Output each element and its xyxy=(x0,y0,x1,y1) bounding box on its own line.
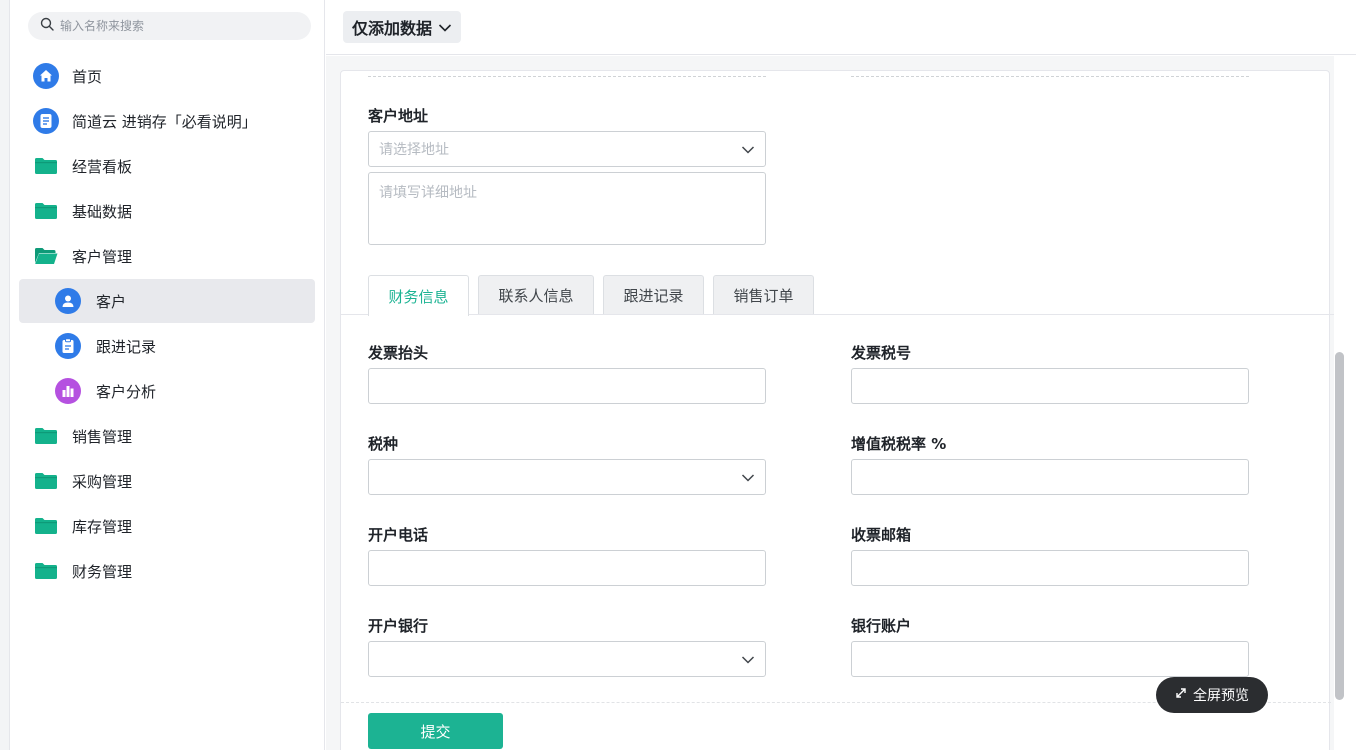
search-input[interactable] xyxy=(60,19,280,33)
tab-label: 销售订单 xyxy=(733,287,794,305)
chevron-down-icon xyxy=(432,18,452,37)
tax-number-input[interactable] xyxy=(851,368,1249,404)
main-area: 客户地址 请选择地址 请填写详细地址 财务信息 联系人信息 跟进记录 销售订单 … xyxy=(326,56,1356,750)
clipboard-icon xyxy=(55,333,81,359)
sidebar-item-home[interactable]: 首页 xyxy=(19,54,315,98)
tab-sales-orders[interactable]: 销售订单 xyxy=(713,275,814,315)
form-card: 客户地址 请选择地址 请填写详细地址 财务信息 联系人信息 跟进记录 销售订单 … xyxy=(340,70,1335,750)
sidebar-item-customer-analysis[interactable]: 客户分析 xyxy=(19,369,315,413)
fullscreen-preview-button[interactable]: 全屏预览 xyxy=(1156,677,1268,713)
sidebar: 首页 简道云 进销存「必看说明」 经营看板 基础数据 客户管理 客户 xyxy=(10,0,325,750)
address-detail-textarea[interactable]: 请填写详细地址 xyxy=(368,172,766,245)
sidebar-item-follow-up[interactable]: 跟进记录 xyxy=(19,324,315,368)
account-label: 银行账户 xyxy=(851,617,912,635)
sidebar-item-finance[interactable]: 财务管理 xyxy=(19,549,315,593)
sidebar-item-customer[interactable]: 客户 xyxy=(19,279,315,323)
folder-icon xyxy=(33,200,59,222)
expand-icon xyxy=(1175,687,1193,703)
sidebar-item-inventory[interactable]: 库存管理 xyxy=(19,504,315,548)
email-label: 收票邮箱 xyxy=(851,526,912,544)
folder-icon xyxy=(33,155,59,177)
sidebar-item-sales[interactable]: 销售管理 xyxy=(19,414,315,458)
tab-label: 跟进记录 xyxy=(623,287,684,305)
sidebar-item-label: 库存管理 xyxy=(72,517,133,536)
document-icon xyxy=(33,108,59,134)
tax-type-label: 税种 xyxy=(368,435,399,453)
search-icon xyxy=(40,17,54,35)
sidebar-item-label: 跟进记录 xyxy=(96,337,157,356)
sidebar-item-label: 首页 xyxy=(72,67,103,86)
tab-finance-info[interactable]: 财务信息 xyxy=(368,275,469,316)
account-input[interactable] xyxy=(851,641,1249,677)
tab-follow-up[interactable]: 跟进记录 xyxy=(603,275,704,315)
submit-button[interactable]: 提交 xyxy=(368,713,503,749)
sidebar-item-label: 基础数据 xyxy=(72,202,133,221)
folder-icon xyxy=(33,470,59,492)
folder-open-icon xyxy=(33,245,59,267)
sidebar-item-label: 财务管理 xyxy=(72,562,133,581)
sidebar-item-label: 销售管理 xyxy=(72,427,133,446)
tax-type-select[interactable] xyxy=(368,459,766,495)
view-mode-dropdown[interactable]: 仅添加数据 xyxy=(343,11,462,43)
bar-chart-icon xyxy=(55,378,81,404)
chevron-down-icon xyxy=(741,471,755,487)
folder-icon xyxy=(33,515,59,537)
search-box[interactable] xyxy=(28,12,311,40)
invoice-title-label: 发票抬头 xyxy=(368,344,429,362)
sidebar-item-label: 采购管理 xyxy=(72,472,133,491)
phone-label: 开户电话 xyxy=(368,526,429,544)
sidebar-item-customer-management[interactable]: 客户管理 xyxy=(19,234,315,278)
view-mode-label: 仅添加数据 xyxy=(352,19,433,38)
vat-rate-label: 增值税税率 % xyxy=(851,435,947,453)
invoice-title-input[interactable] xyxy=(368,368,766,404)
bank-select[interactable] xyxy=(368,641,766,677)
field-stub-right xyxy=(851,71,1249,77)
tax-number-label: 发票税号 xyxy=(851,344,912,362)
top-header: 仅添加数据 xyxy=(326,0,1356,55)
chevron-down-icon xyxy=(741,143,755,159)
sidebar-item-base-data[interactable]: 基础数据 xyxy=(19,189,315,233)
sidebar-item-guide[interactable]: 简道云 进销存「必看说明」 xyxy=(19,99,315,143)
folder-icon xyxy=(33,560,59,582)
address-label: 客户地址 xyxy=(368,107,429,125)
home-icon xyxy=(33,63,59,89)
sidebar-item-dashboard[interactable]: 经营看板 xyxy=(19,144,315,188)
chevron-down-icon xyxy=(741,653,755,669)
phone-input[interactable] xyxy=(368,550,766,586)
user-icon xyxy=(55,288,81,314)
vat-rate-input[interactable] xyxy=(851,459,1249,495)
sidebar-item-label: 客户管理 xyxy=(72,247,133,266)
tab-label: 联系人信息 xyxy=(498,287,574,305)
sidebar-item-label: 客户分析 xyxy=(96,382,157,401)
folder-icon xyxy=(33,425,59,447)
scrollbar-thumb[interactable] xyxy=(1335,352,1344,700)
address-select[interactable]: 请选择地址 xyxy=(368,131,766,167)
bank-label: 开户银行 xyxy=(368,617,429,635)
sidebar-item-label: 简道云 进销存「必看说明」 xyxy=(72,112,257,131)
tab-contact-info[interactable]: 联系人信息 xyxy=(478,275,594,315)
sidebar-item-label: 客户 xyxy=(96,292,127,311)
fullscreen-label: 全屏预览 xyxy=(1193,688,1249,704)
tab-label: 财务信息 xyxy=(388,287,449,306)
address-detail-placeholder: 请填写详细地址 xyxy=(379,185,477,201)
field-stub-left xyxy=(368,71,766,77)
sidebar-item-label: 经营看板 xyxy=(72,157,133,176)
email-input[interactable] xyxy=(851,550,1249,586)
tabs-divider xyxy=(341,314,1335,315)
left-edge-strip xyxy=(0,0,10,750)
sidebar-item-purchase[interactable]: 采购管理 xyxy=(19,459,315,503)
address-select-placeholder: 请选择地址 xyxy=(379,142,449,158)
